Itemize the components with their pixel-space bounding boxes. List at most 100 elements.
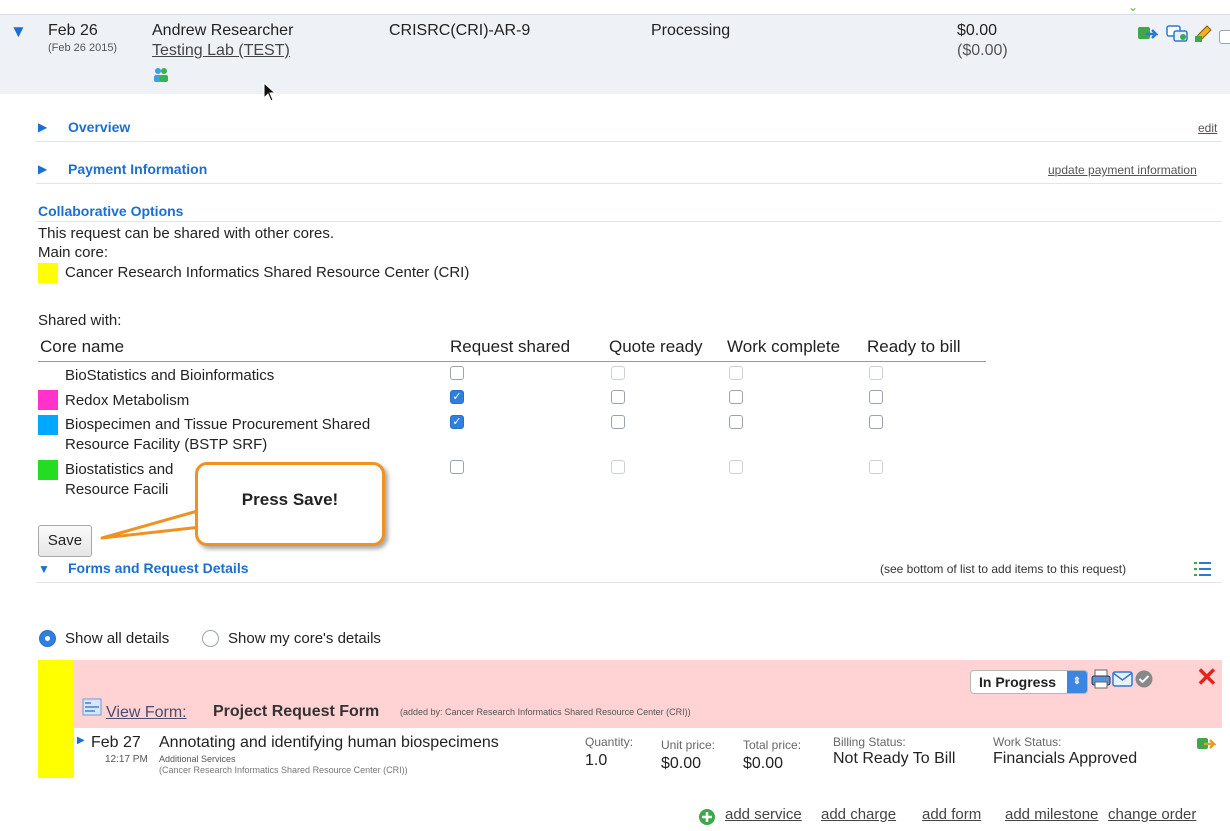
change-order-link[interactable]: change order xyxy=(1108,806,1196,823)
email-icon[interactable] xyxy=(1112,670,1134,693)
forms-title[interactable]: Forms and Request Details xyxy=(68,560,249,576)
requester-name: Andrew Researcher xyxy=(152,22,294,39)
request-status: Processing xyxy=(651,22,731,39)
overview-expand-icon[interactable]: ▶ xyxy=(38,120,47,134)
list-icon[interactable] xyxy=(1193,559,1213,584)
work-complete-checkbox[interactable] xyxy=(729,390,743,404)
request-amount-paren: ($0.00) xyxy=(957,42,1008,59)
quote-ready-checkbox[interactable] xyxy=(611,415,625,429)
col-header-core-name: Core name xyxy=(40,337,125,356)
payment-title[interactable]: Payment Information xyxy=(68,161,207,177)
total-price-label: Total price: xyxy=(743,738,802,752)
main-core-label: Main core: xyxy=(38,244,109,261)
add-icon[interactable] xyxy=(698,808,716,831)
request-shared-checkbox[interactable] xyxy=(450,366,464,380)
core-color-swatch xyxy=(38,460,58,480)
overview-edit-link[interactable]: edit xyxy=(1198,121,1217,135)
item-money-icon[interactable] xyxy=(1196,735,1218,760)
quantity-label: Quantity: xyxy=(585,735,634,749)
chat-icon[interactable] xyxy=(1166,24,1190,49)
collab-description: This request can be shared with other co… xyxy=(38,225,334,242)
form-name: Project Request Form xyxy=(213,703,380,720)
work-complete-checkbox[interactable] xyxy=(729,415,743,429)
request-shared-checkbox[interactable] xyxy=(450,460,464,474)
update-payment-link[interactable]: update payment information xyxy=(1048,163,1197,177)
col-header-work-complete: Work complete xyxy=(727,337,841,356)
col-header-request-shared: Request shared xyxy=(450,337,571,356)
request-full-date: (Feb 26 2015) xyxy=(48,42,118,54)
quote-ready-checkbox[interactable] xyxy=(611,460,625,474)
core-color-bar xyxy=(38,660,74,778)
show-my-core-radio[interactable] xyxy=(202,630,219,647)
show-all-details-label[interactable]: Show all details xyxy=(65,630,169,647)
core-name: Biospecimen and Tissue Procurement Share… xyxy=(65,416,371,433)
show-all-details-radio[interactable] xyxy=(39,630,56,647)
work-status-value: Financials Approved xyxy=(993,750,1138,767)
work-complete-checkbox[interactable] xyxy=(729,460,743,474)
item-title: Annotating and identifying human biospec… xyxy=(159,734,499,751)
divider xyxy=(36,141,1222,142)
collapse-toggle-icon[interactable]: ▼ xyxy=(10,22,27,42)
divider xyxy=(36,183,1222,184)
forms-hint: (see bottom of list to add items to this… xyxy=(880,562,1127,576)
work-complete-checkbox[interactable] xyxy=(729,366,743,380)
col-header-quote-ready: Quote ready xyxy=(609,337,703,356)
view-form-link[interactable]: View Form: xyxy=(106,704,187,722)
form-icon xyxy=(82,698,102,721)
ready-to-bill-checkbox[interactable] xyxy=(869,415,883,429)
core-name-line2: Resource Facility (BSTP SRF) xyxy=(65,436,268,453)
item-category: Additional Services xyxy=(159,754,236,764)
unit-price-value: $0.00 xyxy=(661,755,702,772)
overview-title[interactable]: Overview xyxy=(68,119,130,135)
request-amount: $0.00 xyxy=(957,22,998,39)
print-icon[interactable] xyxy=(1090,668,1112,695)
ready-to-bill-checkbox[interactable] xyxy=(869,390,883,404)
main-core-color-swatch xyxy=(38,263,58,283)
core-name: Biostatistics and xyxy=(65,461,174,478)
approve-check-icon[interactable] xyxy=(1134,669,1154,694)
press-save-callout: Press Save! xyxy=(195,462,385,546)
select-chevron-icon: ⇕ xyxy=(1067,671,1087,693)
shared-with-label: Shared with: xyxy=(38,312,122,329)
request-shared-checkbox[interactable]: ✓ xyxy=(450,390,464,404)
request-id: CRISRC(CRI)-AR-9 xyxy=(389,22,531,39)
core-name: BioStatistics and Bioinformatics xyxy=(65,367,275,384)
add-service-link[interactable]: add service xyxy=(725,806,802,823)
payment-expand-icon[interactable]: ▶ xyxy=(38,162,47,176)
mouse-cursor-icon xyxy=(263,81,277,107)
col-header-ready-to-bill: Ready to bill xyxy=(867,337,961,356)
add-form-link[interactable]: add form xyxy=(922,806,981,823)
edit-pencil-icon[interactable] xyxy=(1193,24,1213,49)
billing-status-value: Not Ready To Bill xyxy=(833,750,956,767)
quote-ready-checkbox[interactable] xyxy=(611,366,625,380)
scroll-indicator-icon: ⌄ xyxy=(1128,0,1139,14)
work-status-select-value: In Progress xyxy=(979,674,1057,690)
users-icon[interactable] xyxy=(152,66,170,89)
main-core-name: Cancer Research Informatics Shared Resou… xyxy=(65,264,470,281)
lab-link[interactable]: Testing Lab (TEST) xyxy=(152,42,290,60)
request-select-checkbox[interactable] xyxy=(1219,30,1230,44)
add-milestone-link[interactable]: add milestone xyxy=(1005,806,1098,823)
collab-title: Collaborative Options xyxy=(38,203,184,219)
divider xyxy=(36,221,1222,222)
add-charge-link[interactable]: add charge xyxy=(821,806,896,823)
ready-to-bill-checkbox[interactable] xyxy=(869,366,883,380)
quote-ready-checkbox[interactable] xyxy=(611,390,625,404)
money-icon[interactable] xyxy=(1136,24,1160,49)
delete-x-icon[interactable]: ✕ xyxy=(1196,664,1218,690)
item-expand-icon[interactable]: ▶ xyxy=(77,735,85,746)
core-name: Redox Metabolism xyxy=(65,392,190,409)
core-color-swatch xyxy=(38,415,58,435)
core-color-swatch xyxy=(38,390,58,410)
work-status-select[interactable]: In Progress ⇕ xyxy=(970,670,1088,694)
save-button[interactable]: Save xyxy=(38,525,92,557)
show-my-core-label[interactable]: Show my core's details xyxy=(228,630,381,647)
item-time: 12:17 PM xyxy=(105,754,148,765)
ready-to-bill-checkbox[interactable] xyxy=(869,460,883,474)
billing-status-label: Billing Status: xyxy=(833,735,906,749)
request-shared-checkbox[interactable]: ✓ xyxy=(450,415,464,429)
forms-collapse-icon[interactable]: ▼ xyxy=(38,562,50,576)
quantity-value: 1.0 xyxy=(585,752,608,769)
request-date: Feb 26 xyxy=(48,22,98,39)
form-added-by: (added by: Cancer Research Informatics S… xyxy=(400,707,691,717)
